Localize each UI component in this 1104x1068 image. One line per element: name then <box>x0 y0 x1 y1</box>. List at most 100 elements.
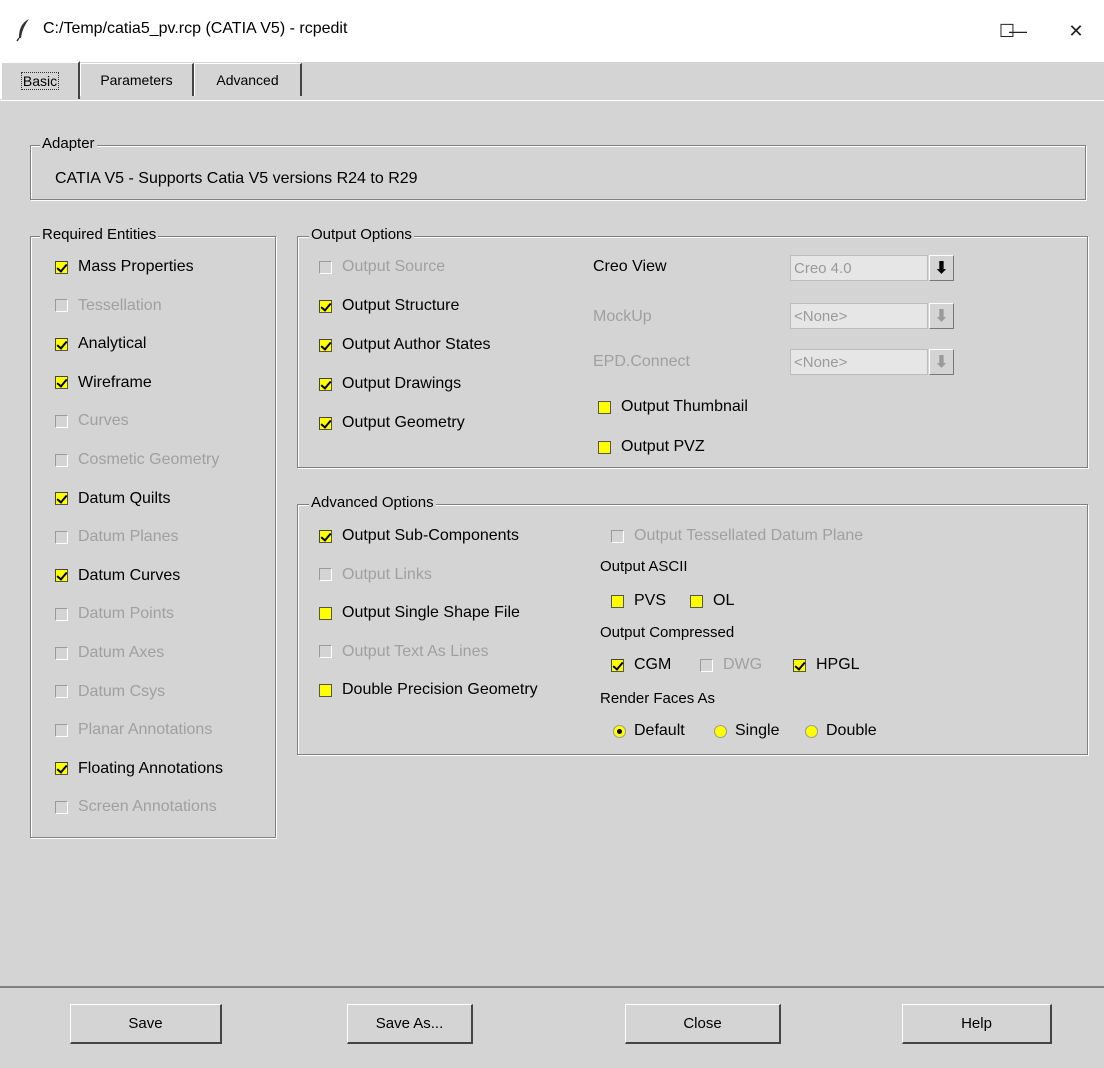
checkbox-icon <box>611 529 624 543</box>
output-drawings-checkbox[interactable]: Output Drawings <box>319 375 461 393</box>
datum-csys-checkbox[interactable]: Datum Csys <box>55 683 165 701</box>
close-icon: ✕ <box>1068 20 1084 41</box>
epd-connect-select[interactable]: <None> <box>790 349 928 375</box>
checkbox-icon <box>55 337 68 351</box>
output-options-label: Output Options <box>309 226 414 243</box>
output-thumbnail-checkbox[interactable]: Output Thumbnail <box>598 398 748 416</box>
checkbox-icon <box>611 658 624 672</box>
render-faces-default-label: Default <box>634 722 685 739</box>
save-button-label: Save <box>128 1015 163 1032</box>
creo-view-select[interactable]: Creo 4.0 <box>790 255 928 281</box>
output-author-states-label: Output Author States <box>342 336 491 353</box>
render-faces-double-radio[interactable]: Double <box>805 722 877 740</box>
save-button[interactable]: Save <box>70 1004 222 1044</box>
output-pvz-checkbox[interactable]: Output PVZ <box>598 438 705 456</box>
tab-basic-label: Basic <box>20 72 60 90</box>
output-sub-components-checkbox[interactable]: Output Sub-Components <box>319 527 519 545</box>
render-faces-default-radio[interactable]: Default <box>613 722 685 740</box>
output-compressed-label: Output Compressed <box>600 624 735 641</box>
tab-parameters-label: Parameters <box>100 72 173 88</box>
planar-annotations-checkbox[interactable]: Planar Annotations <box>55 721 212 739</box>
output-sub-components-label: Output Sub-Components <box>342 527 519 544</box>
close-window-button[interactable]: ✕ <box>1053 0 1099 62</box>
output-drawings-label: Output Drawings <box>342 375 462 392</box>
maximize-icon: ☐ <box>998 20 1016 41</box>
checkbox-icon <box>55 607 68 621</box>
tab-advanced[interactable]: Advanced <box>194 63 302 96</box>
maximize-button[interactable]: ☐ <box>984 0 1030 62</box>
render-faces-label: Render Faces As <box>600 690 716 707</box>
checkbox-icon <box>55 569 68 583</box>
datum-planes-checkbox[interactable]: Datum Planes <box>55 528 179 546</box>
datum-planes-label: Datum Planes <box>78 528 179 546</box>
checkbox-icon <box>55 299 68 313</box>
tab-parameters[interactable]: Parameters <box>80 63 194 96</box>
curves-checkbox[interactable]: Curves <box>55 412 129 430</box>
render-faces-single-label: Single <box>735 722 780 739</box>
compressed-cgm-checkbox[interactable]: CGM <box>611 656 671 674</box>
feather-icon <box>16 19 29 42</box>
analytical-label: Analytical <box>78 335 147 353</box>
render-faces-single-radio[interactable]: Single <box>714 722 779 740</box>
help-button[interactable]: Help <box>902 1004 1052 1044</box>
download-arrow-icon: ⬇ <box>934 354 949 371</box>
output-tessellated-datum-plane-checkbox[interactable]: Output Tessellated Datum Plane <box>611 527 863 545</box>
mockup-select[interactable]: <None> <box>790 303 928 329</box>
output-structure-checkbox[interactable]: Output Structure <box>319 297 459 315</box>
ascii-ol-label: OL <box>713 592 735 609</box>
creo-view-label: Creo View <box>593 258 667 275</box>
checkbox-icon <box>611 594 624 608</box>
double-precision-geometry-label: Double Precision Geometry <box>342 681 538 698</box>
ascii-ol-checkbox[interactable]: OL <box>690 592 734 610</box>
compressed-hpgl-checkbox[interactable]: HPGL <box>793 656 860 674</box>
save-as-button[interactable]: Save As... <box>347 1004 473 1044</box>
ascii-pvs-checkbox[interactable]: PVS <box>611 592 666 610</box>
datum-axes-checkbox[interactable]: Datum Axes <box>55 644 164 662</box>
output-source-checkbox[interactable]: Output Source <box>319 258 445 276</box>
compressed-hpgl-label: HPGL <box>816 656 860 673</box>
cosmetic-geometry-checkbox[interactable]: Cosmetic Geometry <box>55 451 219 469</box>
tab-advanced-label: Advanced <box>216 72 279 88</box>
output-author-states-checkbox[interactable]: Output Author States <box>319 336 491 354</box>
output-pvz-label: Output PVZ <box>621 438 705 455</box>
adapter-group-label: Adapter <box>40 135 97 152</box>
datum-points-label: Datum Points <box>78 605 175 623</box>
checkbox-icon <box>319 683 332 697</box>
screen-annotations-checkbox[interactable]: Screen Annotations <box>55 798 217 816</box>
creo-view-dropdown-button[interactable]: ⬇ <box>929 255 954 281</box>
output-geometry-label: Output Geometry <box>342 414 465 431</box>
datum-curves-label: Datum Curves <box>78 566 181 584</box>
epd-connect-dropdown-button[interactable]: ⬇ <box>929 349 954 375</box>
compressed-dwg-checkbox[interactable]: DWG <box>700 656 762 674</box>
checkbox-icon <box>793 658 806 672</box>
checkbox-icon <box>55 530 68 544</box>
adapter-description: CATIA V5 - Supports Catia V5 versions R2… <box>55 170 418 187</box>
checkbox-icon <box>55 800 68 814</box>
close-button[interactable]: Close <box>625 1004 781 1044</box>
curves-label: Curves <box>78 412 129 430</box>
analytical-checkbox[interactable]: Analytical <box>55 335 146 353</box>
tab-basic[interactable]: Basic <box>0 61 80 99</box>
double-precision-geometry-checkbox[interactable]: Double Precision Geometry <box>319 681 538 699</box>
output-links-checkbox[interactable]: Output Links <box>319 566 432 584</box>
mockup-dropdown-button[interactable]: ⬇ <box>929 303 954 329</box>
datum-csys-label: Datum Csys <box>78 682 166 700</box>
tessellation-checkbox[interactable]: Tessellation <box>55 297 162 315</box>
mass-properties-checkbox[interactable]: Mass Properties <box>55 258 194 276</box>
screen-annotations-label: Screen Annotations <box>78 798 217 816</box>
datum-quilts-checkbox[interactable]: Datum Quilts <box>55 490 170 508</box>
checkbox-icon <box>55 762 68 776</box>
floating-annotations-checkbox[interactable]: Floating Annotations <box>55 760 223 778</box>
checkbox-icon <box>319 260 332 274</box>
output-single-shape-file-checkbox[interactable]: Output Single Shape File <box>319 604 520 622</box>
output-geometry-checkbox[interactable]: Output Geometry <box>319 414 465 432</box>
output-source-label: Output Source <box>342 258 446 275</box>
output-text-as-lines-label: Output Text As Lines <box>342 642 489 660</box>
wireframe-checkbox[interactable]: Wireframe <box>55 374 152 392</box>
output-text-as-lines-checkbox[interactable]: Output Text As Lines <box>319 643 488 661</box>
compressed-dwg-label: DWG <box>723 656 763 673</box>
datum-points-checkbox[interactable]: Datum Points <box>55 605 174 623</box>
output-tessellated-datum-plane-label: Output Tessellated Datum Plane <box>634 527 864 544</box>
datum-curves-checkbox[interactable]: Datum Curves <box>55 567 180 585</box>
datum-quilts-label: Datum Quilts <box>78 489 171 507</box>
